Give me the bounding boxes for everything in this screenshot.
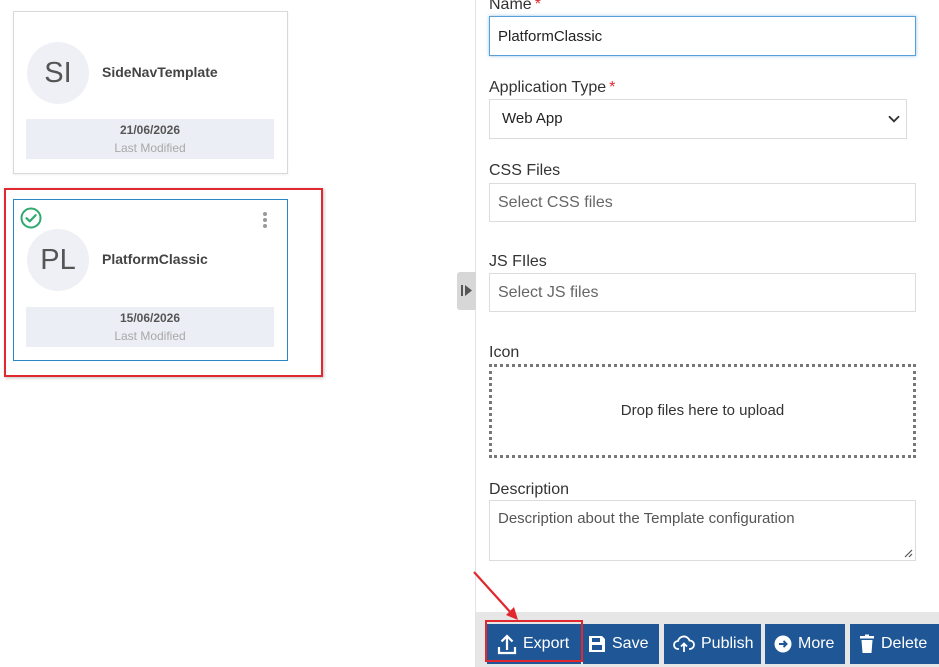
template-meta: 15/06/2026 Last Modified [26, 307, 274, 347]
publish-label: Publish [701, 635, 754, 652]
icon-dropzone[interactable]: Drop files here to upload [489, 364, 916, 458]
required-marker: * [609, 79, 616, 96]
delete-button[interactable]: Delete [850, 624, 939, 664]
more-button[interactable]: More [765, 624, 845, 664]
description-label: Description [489, 481, 570, 498]
arrow-circle-right-icon [774, 635, 792, 653]
export-label: Export [523, 635, 570, 652]
template-name: SideNavTemplate [102, 64, 218, 80]
kebab-menu-icon[interactable] [262, 212, 268, 230]
check-circle-icon [20, 207, 42, 229]
collapse-arrow-icon [461, 285, 472, 296]
application-type-label: Application Type * [489, 79, 616, 96]
save-label: Save [612, 635, 649, 652]
template-avatar: SI [27, 42, 89, 104]
template-name: PlatformClassic [102, 251, 208, 267]
css-files-label: CSS Files [489, 162, 561, 179]
js-files-input[interactable] [489, 273, 916, 312]
application-type-value: Web App [502, 110, 563, 127]
css-files-input[interactable] [489, 183, 916, 222]
annotation-arrow [473, 571, 518, 620]
more-label: More [798, 635, 835, 652]
delete-label: Delete [881, 635, 928, 652]
export-button[interactable]: Export [487, 624, 581, 664]
application-type-select[interactable]: Web App [489, 99, 907, 139]
required-marker: * [534, 0, 541, 13]
template-avatar: PL [27, 229, 89, 291]
panel-divider [475, 0, 476, 667]
name-label: Name * [489, 0, 541, 14]
upload-icon [497, 633, 517, 655]
template-meta: 21/06/2026 Last Modified [26, 119, 274, 159]
dropzone-text: Drop files here to upload [620, 402, 785, 419]
last-modified-label: Last Modified [114, 329, 186, 343]
save-button[interactable]: Save [583, 624, 659, 664]
chevron-down-icon [888, 115, 900, 123]
resize-grip-icon[interactable] [903, 548, 913, 558]
panel-collapse-handle[interactable] [457, 272, 476, 310]
description-textarea[interactable] [489, 500, 916, 561]
icon-label: Icon [489, 344, 520, 361]
trash-icon [859, 634, 875, 654]
name-input[interactable] [489, 16, 916, 56]
template-card-platformclassic[interactable]: PL PlatformClassic 15/06/2026 Last Modif… [13, 199, 288, 361]
last-modified-date: 21/06/2026 [119, 123, 181, 137]
cloud-upload-icon [673, 635, 695, 653]
js-files-label: JS FIles [489, 253, 547, 270]
last-modified-date: 15/06/2026 [119, 311, 181, 325]
template-card-sidenav[interactable]: SI SideNavTemplate 21/06/2026 Last Modif… [13, 11, 288, 174]
publish-button[interactable]: Publish [664, 624, 761, 664]
floppy-disk-icon [588, 635, 606, 653]
last-modified-label: Last Modified [114, 141, 186, 155]
